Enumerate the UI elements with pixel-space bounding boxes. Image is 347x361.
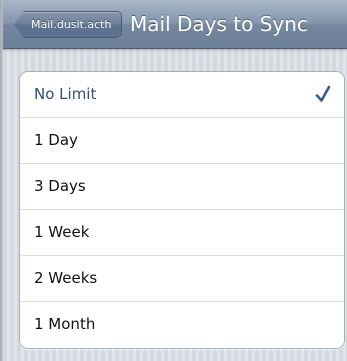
sync-days-list: No Limit 1 Day 3 Days 1 Week 2 Weeks 1 M… xyxy=(19,71,345,349)
option-label: 2 Weeks xyxy=(34,269,98,287)
checkmark-icon xyxy=(315,85,331,102)
option-3-days[interactable]: 3 Days xyxy=(20,164,344,210)
option-label: 3 Days xyxy=(34,177,86,195)
option-2-weeks[interactable]: 2 Weeks xyxy=(20,256,344,302)
option-label: 1 Day xyxy=(34,131,78,149)
option-1-day[interactable]: 1 Day xyxy=(20,118,344,164)
option-label: 1 Month xyxy=(34,315,96,333)
back-button-label: Mail.dusit.acth xyxy=(31,18,112,31)
option-label: 1 Week xyxy=(34,223,90,241)
option-1-week[interactable]: 1 Week xyxy=(20,210,344,256)
screen-edge xyxy=(0,0,3,361)
option-no-limit[interactable]: No Limit xyxy=(20,72,344,118)
option-1-month[interactable]: 1 Month xyxy=(20,302,344,348)
back-button[interactable]: Mail.dusit.acth xyxy=(14,11,122,38)
navigation-bar: Mail.dusit.acth Mail Days to Sync xyxy=(3,0,347,49)
option-label: No Limit xyxy=(34,85,97,103)
page-title: Mail Days to Sync xyxy=(130,12,308,36)
